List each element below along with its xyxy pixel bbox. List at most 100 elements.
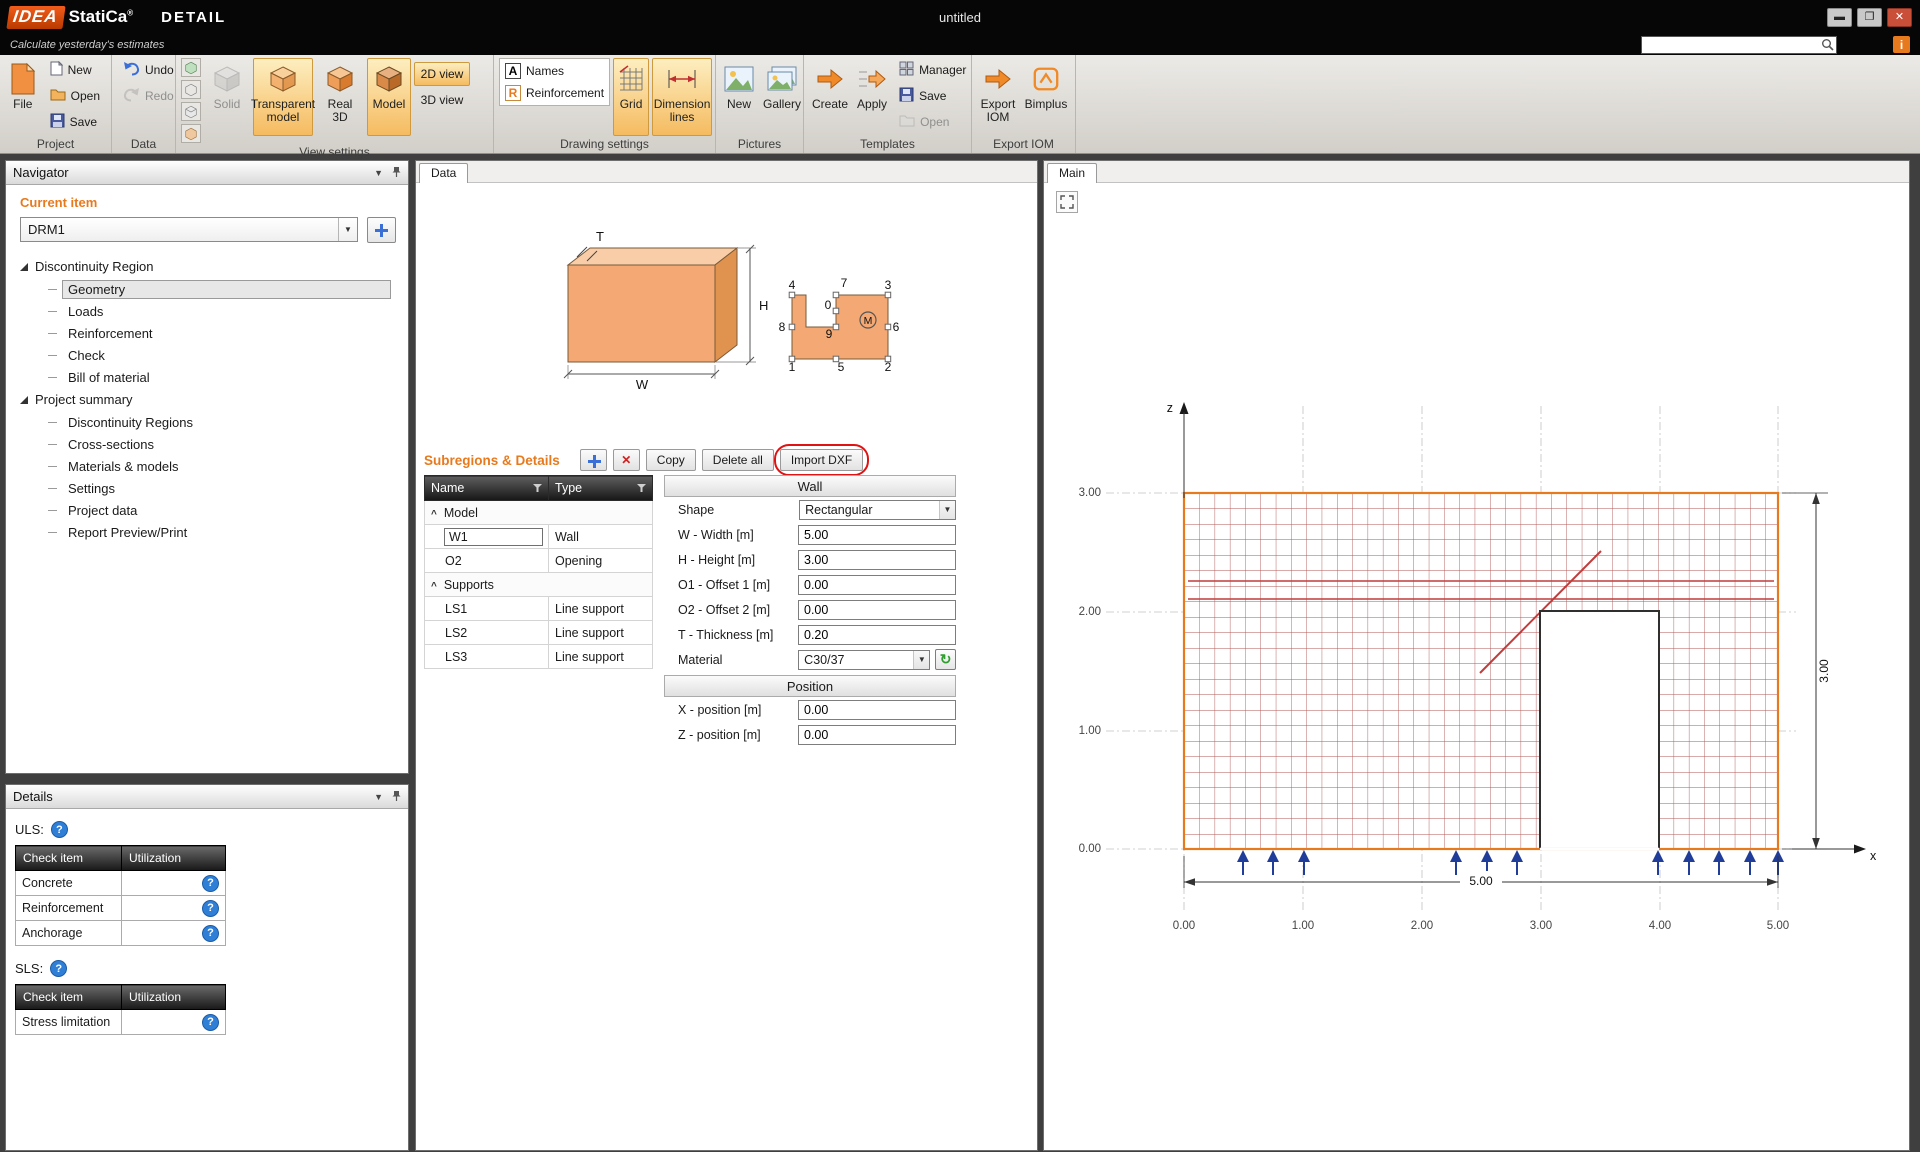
template-manager-button[interactable]: Manager	[893, 58, 972, 82]
region-shape[interactable]	[792, 295, 888, 359]
tree-item-materials-models[interactable]: Materials & models	[12, 455, 402, 477]
tab-main[interactable]: Main	[1047, 163, 1097, 183]
real-3d-cube-icon	[325, 62, 355, 96]
export-iom-button[interactable]: Export IOM	[977, 58, 1019, 136]
view-tool-icon-1[interactable]	[181, 58, 201, 77]
group-row-model[interactable]: ^Model	[425, 501, 653, 525]
panel-collapse-icon[interactable]: ▼	[374, 168, 383, 178]
view-tool-icon-3[interactable]	[181, 102, 201, 121]
table-row-ls2[interactable]: LS2Line support	[425, 621, 653, 645]
current-item-dropdown[interactable]: DRM1 ▼	[20, 217, 358, 242]
tree-item-project-data[interactable]: Project data	[12, 499, 402, 521]
shape-select[interactable]: Rectangular ▼	[799, 500, 956, 520]
template-create-button[interactable]: Create	[809, 58, 851, 136]
tree-item-geometry[interactable]: Geometry	[12, 278, 402, 300]
offset2-input[interactable]	[798, 600, 956, 620]
width-dim-label: W	[636, 377, 649, 392]
template-apply-button[interactable]: Apply	[854, 58, 890, 136]
delete-subregion-button[interactable]: ✕	[613, 449, 640, 471]
tree-item-loads[interactable]: Loads	[12, 300, 402, 322]
help-icon[interactable]: ?	[202, 900, 219, 917]
view-2d-button[interactable]: 2D view	[414, 62, 470, 86]
group-label-project: Project	[5, 136, 106, 152]
table-row-ls3[interactable]: LS3Line support	[425, 645, 653, 669]
offset1-input[interactable]	[798, 575, 956, 595]
add-item-button[interactable]	[367, 217, 396, 243]
grid-button[interactable]: Grid	[613, 58, 649, 136]
template-open-button[interactable]: Open	[893, 110, 972, 134]
help-icon[interactable]: ?	[202, 925, 219, 942]
z-tick-label: 3.00	[1079, 487, 1101, 499]
transparent-model-button[interactable]: Transparent model	[253, 58, 313, 136]
close-button[interactable]: ✕	[1887, 8, 1912, 27]
expand-view-button[interactable]	[1056, 191, 1078, 213]
undo-button[interactable]: Undo	[117, 58, 180, 82]
filter-icon[interactable]	[533, 484, 542, 492]
x-position-input[interactable]	[798, 700, 956, 720]
view-tool-icon-4[interactable]	[181, 124, 201, 143]
material-select[interactable]: C30/37 ▼	[798, 650, 930, 670]
bimplus-button[interactable]: Bimplus	[1022, 58, 1070, 136]
template-save-button[interactable]: Save	[893, 84, 972, 108]
names-toggle[interactable]: A Names	[504, 62, 605, 80]
pin-icon[interactable]	[392, 790, 401, 804]
tree-group-project-summary[interactable]: Project summary	[12, 388, 402, 411]
opening-region[interactable]	[1540, 611, 1659, 849]
width-input[interactable]	[798, 525, 956, 545]
main-drawing-canvas[interactable]: 3.00 2.00 1.00 0.00 0.00 1.00 2.00 3.00 …	[1044, 184, 1909, 1150]
import-dxf-button[interactable]: Import DXF	[780, 449, 863, 471]
model-button[interactable]: Model	[367, 58, 411, 136]
view-tool-icon-2[interactable]	[181, 80, 201, 99]
col-type: Type	[555, 481, 582, 495]
tab-data[interactable]: Data	[419, 163, 468, 183]
tree-item-discontinuity-regions[interactable]: Discontinuity Regions	[12, 411, 402, 433]
info-icon[interactable]: i	[1893, 36, 1910, 53]
dimension-lines-button[interactable]: Dimension lines	[652, 58, 712, 136]
reinforcement-toggle[interactable]: R Reinforcement	[504, 84, 605, 102]
redo-button[interactable]: Redo	[117, 84, 180, 108]
app-logo: IDEA	[6, 6, 65, 29]
solid-button[interactable]: Solid	[204, 58, 250, 136]
thickness-input[interactable]	[798, 625, 956, 645]
search-input[interactable]	[1642, 37, 1818, 52]
material-edit-button[interactable]: ↻	[935, 649, 956, 670]
real-3d-button[interactable]: Real 3D	[316, 58, 364, 136]
add-subregion-button[interactable]	[580, 449, 607, 471]
z-position-input[interactable]	[798, 725, 956, 745]
tree-group-discontinuity-region[interactable]: Discontinuity Region	[12, 255, 402, 278]
minimize-button[interactable]: ▬	[1827, 8, 1852, 27]
height-input[interactable]	[798, 550, 956, 570]
view-3d-button[interactable]: 3D view	[414, 88, 470, 112]
filter-icon[interactable]	[637, 484, 646, 492]
table-row-o2[interactable]: O2Opening	[425, 549, 653, 573]
tree-item-check[interactable]: Check	[12, 344, 402, 366]
help-icon[interactable]: ?	[202, 1014, 219, 1031]
dimension-lines-icon	[665, 62, 699, 96]
save-button[interactable]: Save	[44, 110, 106, 134]
tree-item-report-preview-print[interactable]: Report Preview/Print	[12, 521, 402, 543]
help-icon[interactable]: ?	[50, 960, 67, 977]
file-button[interactable]: File	[5, 58, 41, 136]
tree-item-settings[interactable]: Settings	[12, 477, 402, 499]
search-icon[interactable]	[1818, 38, 1836, 51]
tree-item-cross-sections[interactable]: Cross-sections	[12, 433, 402, 455]
help-icon[interactable]: ?	[202, 875, 219, 892]
new-button[interactable]: New	[44, 58, 106, 82]
table-row-ls1[interactable]: LS1Line support	[425, 597, 653, 621]
panel-collapse-icon[interactable]: ▼	[374, 792, 383, 802]
tree-item-bill-of-material[interactable]: Bill of material	[12, 366, 402, 388]
gallery-button[interactable]: Gallery	[760, 58, 804, 136]
group-row-supports[interactable]: ^Supports	[425, 573, 653, 597]
delete-all-button[interactable]: Delete all	[702, 449, 774, 471]
maximize-button[interactable]: ❐	[1857, 8, 1882, 27]
template-open-icon	[899, 114, 915, 130]
tree-item-reinforcement[interactable]: Reinforcement	[12, 322, 402, 344]
picture-new-button[interactable]: New	[721, 58, 757, 136]
copy-button[interactable]: Copy	[646, 449, 696, 471]
help-icon[interactable]: ?	[51, 821, 68, 838]
table-row-w1[interactable]: W1Wall	[425, 525, 653, 549]
line-supports[interactable]	[1237, 850, 1784, 875]
open-button[interactable]: Open	[44, 84, 106, 108]
reinforcement-label: Reinforcement	[526, 86, 604, 100]
pin-icon[interactable]	[392, 166, 401, 180]
